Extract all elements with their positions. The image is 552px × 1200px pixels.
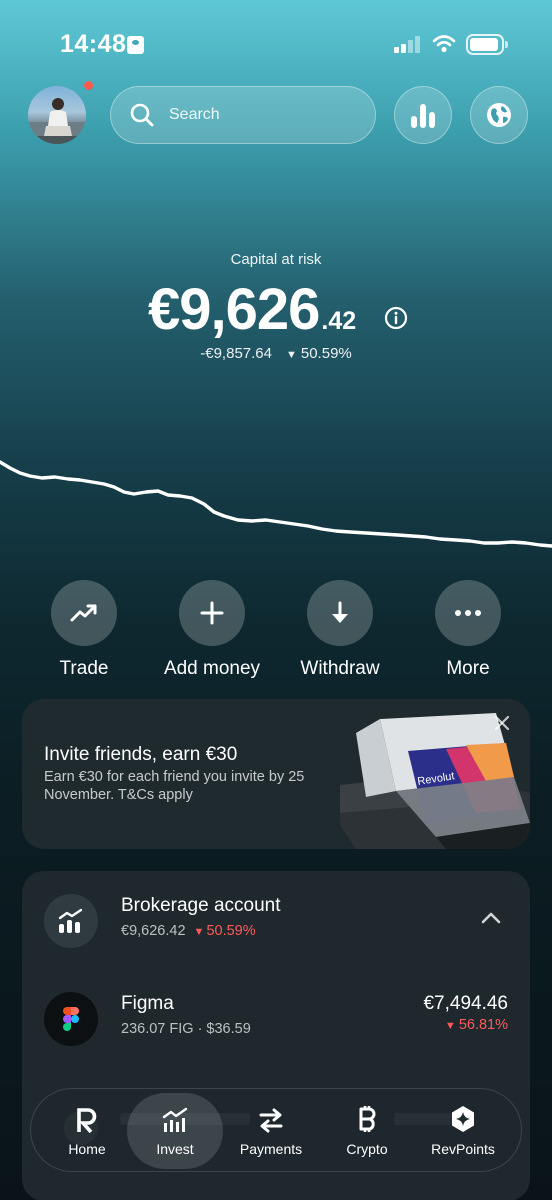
cellular-signal-icon (394, 36, 420, 53)
withdraw-label: Withdraw (300, 658, 380, 679)
globe-icon (487, 103, 511, 127)
change-amount: -€9,857.64 (200, 345, 272, 362)
card-package-image: Revolut (340, 713, 530, 849)
more-label: More (446, 658, 490, 679)
analytics-button[interactable] (394, 86, 452, 144)
bar-chart-icon (411, 104, 435, 128)
search-placeholder: Search (169, 106, 220, 123)
more-button[interactable] (435, 580, 501, 646)
revolut-r-icon (77, 1108, 97, 1133)
tab-payments-label: Payments (239, 1141, 303, 1157)
avatar-photo (28, 98, 86, 144)
trending-up-icon (70, 604, 97, 622)
contact-card-icon (127, 36, 144, 54)
revpoints-icon (452, 1106, 474, 1132)
avatar[interactable] (28, 86, 86, 144)
down-triangle-icon: ▼ (193, 926, 205, 938)
invest-chart-icon (162, 1107, 188, 1132)
tab-payments[interactable]: Payments (223, 1089, 319, 1173)
battery-icon (466, 34, 508, 55)
search-icon (130, 103, 154, 127)
holding-change: ▼ 56.81% (445, 1017, 508, 1033)
holding-detail: 236.07 FIG · $36.59 (121, 1021, 251, 1037)
invite-friends-card[interactable]: Invite friends, earn €30 Earn €30 for ea… (22, 699, 530, 849)
more-icon (455, 610, 481, 616)
add-money-action[interactable]: Add money (152, 580, 272, 680)
chevron-up-icon[interactable] (480, 911, 502, 925)
account-summary: €9,626.42 ▼ 50.59% (121, 923, 256, 939)
tab-invest-label: Invest (156, 1141, 194, 1157)
brokerage-icon (44, 894, 98, 948)
add-money-button[interactable] (179, 580, 245, 646)
change-percent: 50.59% (300, 345, 352, 362)
tab-revpoints-label: RevPoints (431, 1141, 495, 1157)
arrow-down-icon (332, 601, 348, 623)
portfolio-balance: €9,626 .42 (148, 276, 357, 342)
trade-button[interactable] (51, 580, 117, 646)
account-change: 50.59% (206, 923, 256, 939)
status-time: 14:48 (60, 30, 127, 58)
holding-name[interactable]: Figma (121, 993, 174, 1015)
down-triangle-icon: ▼ (444, 1020, 456, 1032)
stocks-icon (58, 908, 83, 933)
figma-logo-icon (44, 992, 98, 1046)
withdraw-action[interactable]: Withdraw (280, 580, 400, 680)
balance-decimal: .42 (321, 307, 357, 335)
promo-text: Earn €30 for each friend you invite by 2… (44, 769, 305, 803)
performance-line (0, 460, 552, 548)
info-icon[interactable] (384, 306, 408, 330)
withdraw-button[interactable] (307, 580, 373, 646)
performance-chart[interactable] (0, 440, 552, 560)
transfer-arrows-icon (259, 1108, 283, 1133)
tab-home[interactable]: Home (39, 1089, 135, 1173)
portfolio-change: -€9,857.64 ▼ 50.59% (0, 345, 552, 362)
down-triangle-icon: ▼ (285, 349, 297, 361)
add-money-label: Add money (163, 658, 261, 679)
holding-value: €7,494.46 (423, 993, 508, 1014)
close-icon[interactable] (492, 713, 512, 733)
plus-icon (200, 601, 224, 625)
notification-dot (84, 81, 93, 90)
figma-icon (63, 1007, 79, 1031)
holding-change-value: 56.81% (458, 1017, 508, 1033)
trade-action[interactable]: Trade (24, 580, 144, 680)
bitcoin-icon (359, 1106, 376, 1132)
status-bar: 14:48 (0, 0, 552, 90)
wifi-icon (432, 35, 456, 53)
tab-home-label: Home (68, 1141, 106, 1157)
capital-at-risk-label: Capital at risk (230, 251, 322, 268)
globe-button[interactable] (470, 86, 528, 144)
account-value: €9,626.42 (121, 923, 186, 939)
tab-crypto[interactable]: Crypto (319, 1089, 415, 1173)
trade-label: Trade (59, 658, 109, 679)
tab-crypto-label: Crypto (346, 1141, 388, 1157)
balance-main: €9,626 (148, 277, 320, 342)
tab-invest[interactable]: Invest (127, 1093, 223, 1169)
more-action[interactable]: More (408, 580, 528, 680)
promo-title: Invite friends, earn €30 (44, 744, 238, 765)
bottom-tab-bar: Home Invest Payments Crypto RevPoints (30, 1088, 522, 1172)
search-bar[interactable]: Search (110, 86, 376, 144)
account-title[interactable]: Brokerage account (121, 895, 281, 917)
tab-revpoints[interactable]: RevPoints (415, 1089, 511, 1173)
